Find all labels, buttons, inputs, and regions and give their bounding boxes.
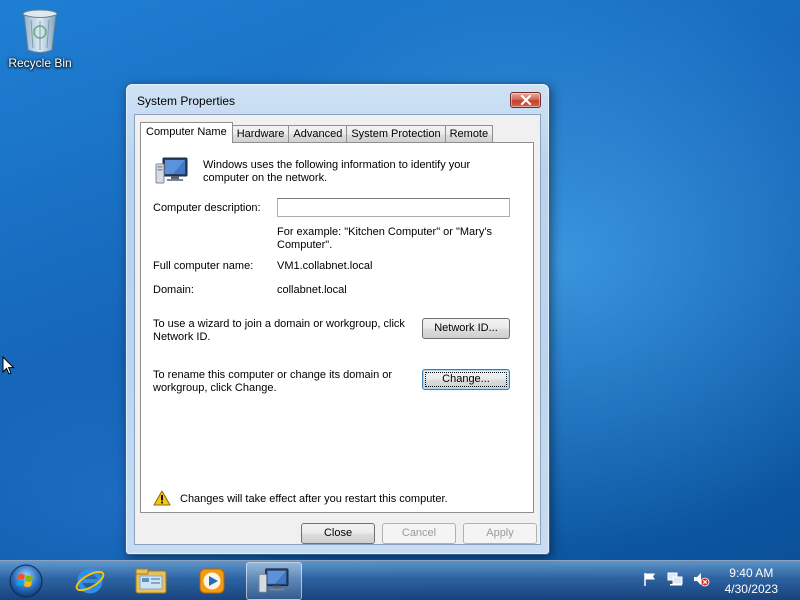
computer-icon [155, 156, 189, 189]
system-clock[interactable]: 9:40 AM 4/30/2023 [725, 565, 778, 597]
clock-date: 4/30/2023 [724, 582, 778, 596]
warning-icon [153, 490, 171, 509]
dialog-client-area: Computer Name Hardware Advanced System P… [134, 114, 541, 545]
tab-computer-name[interactable]: Computer Name [140, 122, 233, 143]
example-text: For example: "Kitchen Computer" or "Mary… [277, 226, 492, 251]
recycle-bin-shortcut[interactable]: Recycle Bin [6, 6, 74, 70]
rename-instruction-text: To rename this computer or change its do… [153, 369, 393, 394]
clock-time: 9:40 AM [729, 566, 774, 580]
computer-description-input[interactable] [277, 198, 510, 217]
tab-system-protection[interactable]: System Protection [346, 125, 446, 143]
close-button[interactable]: Close [301, 523, 375, 544]
computer-description-label: Computer description: [153, 202, 261, 214]
domain-label: Domain: [153, 284, 194, 296]
computer-name-panel: Windows uses the following information t… [140, 142, 534, 513]
domain-value: collabnet.local [277, 284, 347, 296]
close-button-label: Close [323, 527, 353, 539]
recycle-bin-icon [21, 8, 59, 53]
network-id-button[interactable]: Network ID... [422, 318, 510, 339]
system-properties-taskbar-button[interactable] [246, 562, 302, 600]
window-title: System Properties [137, 94, 236, 108]
media-player-icon[interactable] [184, 562, 240, 600]
recycle-bin-label: Recycle Bin [8, 56, 72, 70]
windows-explorer-icon[interactable] [123, 562, 179, 600]
network-icon[interactable] [667, 571, 685, 590]
intro-text: Windows uses the following information t… [203, 159, 471, 184]
full-computer-name-label: Full computer name: [153, 260, 254, 272]
network-id-button-label: Network ID... [434, 322, 498, 334]
internet-explorer-icon[interactable] [62, 562, 118, 600]
tab-strip: Computer Name Hardware Advanced System P… [140, 121, 494, 143]
wizard-instruction-text: To use a wizard to join a domain or work… [153, 318, 405, 343]
title-bar[interactable]: System Properties [126, 84, 549, 114]
mouse-cursor-icon [2, 355, 16, 379]
action-center-flag-icon[interactable] [642, 571, 658, 590]
tab-hardware[interactable]: Hardware [231, 125, 290, 143]
change-button[interactable]: Change... [422, 369, 510, 390]
apply-button-label: Apply [486, 527, 514, 539]
restart-warning-text: Changes will take effect after you resta… [180, 493, 448, 505]
full-computer-name-value: VM1.collabnet.local [277, 260, 373, 272]
tab-advanced[interactable]: Advanced [288, 125, 348, 143]
cancel-button[interactable]: Cancel [382, 523, 456, 544]
focus-ring [425, 372, 507, 387]
start-button[interactable] [6, 562, 46, 600]
close-icon [520, 95, 531, 105]
system-properties-icon [258, 568, 289, 593]
cancel-button-label: Cancel [401, 527, 437, 539]
volume-muted-icon[interactable] [692, 571, 710, 590]
apply-button[interactable]: Apply [463, 523, 537, 544]
window-close-button[interactable] [510, 92, 541, 108]
system-properties-window[interactable]: System Properties Computer Name Hardware… [125, 83, 550, 555]
windows-logo-icon [9, 564, 43, 598]
tab-remote[interactable]: Remote [444, 125, 494, 143]
